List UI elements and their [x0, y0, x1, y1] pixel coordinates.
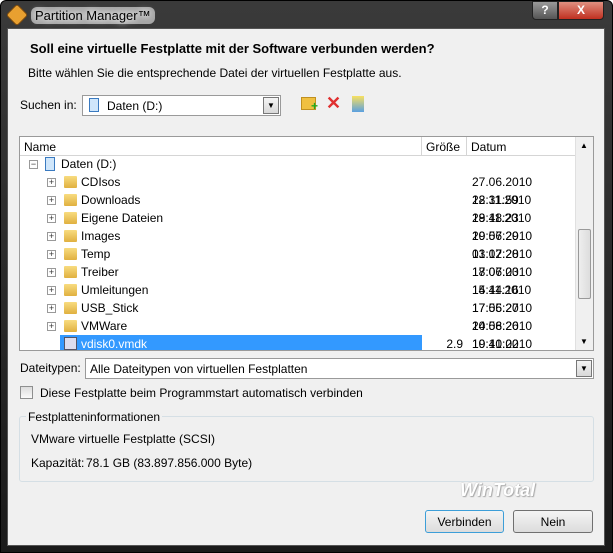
folder-icon	[64, 266, 77, 278]
window-title: Partition Manager™	[31, 7, 155, 24]
filetype-combo[interactable]: Alle Dateitypen von virtuellen Festplatt…	[85, 358, 594, 379]
expand-icon[interactable]: +	[47, 304, 56, 313]
autoconnect-checkbox[interactable]	[20, 386, 33, 399]
vmdk-file-icon	[64, 337, 77, 350]
filetype-value: Alle Dateitypen von virtuellen Festplatt…	[90, 362, 308, 376]
folder-name: Images	[81, 229, 121, 243]
expand-icon[interactable]: +	[47, 268, 56, 277]
scroll-up-icon[interactable]: ▲	[580, 141, 588, 150]
folder-name: VMWare	[81, 319, 128, 333]
folder-icon	[64, 212, 77, 224]
scroll-thumb[interactable]	[578, 229, 591, 299]
expand-icon[interactable]: +	[47, 214, 56, 223]
vertical-scrollbar[interactable]: ▲ ▼	[575, 137, 593, 350]
app-icon	[5, 3, 29, 27]
tree-root[interactable]: − Daten (D:)	[20, 155, 576, 173]
connect-button[interactable]: Verbinden	[425, 510, 504, 533]
disk-type: VMware virtuelle Festplatte (SCSI)	[31, 432, 216, 446]
folder-name: Eigene Dateien	[81, 211, 164, 225]
collapse-icon[interactable]: −	[29, 160, 38, 169]
file-size: 2.9 GB	[446, 337, 463, 351]
disk-info-group	[19, 416, 594, 482]
lookin-combo[interactable]: Daten (D:) ▼	[82, 95, 281, 116]
folder-row[interactable]: + Umleitungen 15.11.2010 17:55:27	[20, 281, 576, 315]
watermark: WinTotal	[460, 480, 536, 500]
file-name: vdisk0.vmdk	[81, 337, 148, 351]
folder-row[interactable]: + USB_Stick 17.06.2010 14:58:26	[20, 299, 576, 333]
column-header-date[interactable]: Datum	[467, 137, 576, 156]
folder-name: Downloads	[81, 193, 141, 207]
folder-row[interactable]: + Images 20.06.2010 13:07:28	[20, 227, 576, 261]
folder-row[interactable]: + Eigene Dateien 28.11.2010 19:57:29	[20, 209, 576, 243]
capacity-label: Kapazität:	[31, 456, 85, 470]
lookin-label: Suchen in:	[20, 98, 77, 112]
folder-icon	[64, 320, 77, 332]
column-header-name[interactable]: Name	[20, 137, 422, 156]
help-button[interactable]: ?	[532, 1, 558, 20]
lookin-value: Daten (D:)	[107, 99, 163, 113]
folder-icon	[64, 248, 77, 260]
folder-row[interactable]: + VMWare 20.06.2010 10:41:02	[20, 317, 576, 350]
network-icon[interactable]	[352, 96, 364, 112]
drive-icon	[89, 98, 99, 112]
expand-icon[interactable]: +	[47, 196, 56, 205]
folder-icon	[64, 302, 77, 314]
expand-icon[interactable]: +	[47, 232, 56, 241]
folder-icon	[64, 194, 77, 206]
folder-row[interactable]: + Treiber 17.06.2010 14:44:16	[20, 263, 576, 297]
column-header-size[interactable]: Größe	[422, 137, 467, 156]
drive-icon	[45, 157, 55, 171]
expand-icon[interactable]: +	[47, 178, 56, 187]
filetype-label: Dateitypen:	[20, 361, 81, 375]
folder-icon	[64, 284, 77, 296]
dialog-question: Soll eine virtuelle Festplatte mit der S…	[30, 41, 435, 56]
capacity-value: 78.1 GB (83.897.856.000 Byte)	[86, 456, 253, 470]
file-list[interactable]: Name Größe Datum − Daten (D:) + CDIsos 27.…	[19, 136, 594, 351]
folder-row[interactable]: + Downloads 28.11.2010 19:48:23	[20, 191, 576, 225]
no-button[interactable]: Nein	[513, 510, 593, 533]
folder-row[interactable]: + Temp 01.12.2010 18:07:03	[20, 245, 576, 279]
folder-row[interactable]: + CDIsos 27.06.2010 12:31:59	[20, 173, 576, 207]
expand-icon[interactable]: +	[47, 250, 56, 259]
chevron-down-icon[interactable]: ▼	[263, 97, 279, 114]
folder-name: Treiber	[81, 265, 119, 279]
file-row[interactable]: vdisk0.vmdk 2.9 GB 19.10.2010 02:39:19	[20, 335, 576, 351]
expand-icon[interactable]: +	[47, 322, 56, 331]
folder-name: Umleitungen	[81, 283, 149, 297]
new-folder-icon[interactable]: +	[301, 97, 318, 113]
autoconnect-label: Diese Festplatte beim Programmstart auto…	[40, 386, 363, 400]
folder-icon	[64, 230, 77, 242]
folder-name: CDIsos	[81, 175, 121, 189]
folder-name: Temp	[81, 247, 111, 261]
folder-name: USB_Stick	[81, 301, 139, 315]
scroll-down-icon[interactable]: ▼	[580, 337, 588, 346]
folder-icon	[64, 176, 77, 188]
close-button[interactable]: X	[558, 1, 604, 20]
root-name: Daten (D:)	[61, 157, 117, 171]
disk-info-title: Festplatteninformationen	[26, 410, 163, 424]
chevron-down-icon[interactable]: ▼	[576, 360, 592, 377]
delete-icon[interactable]: ✕	[326, 93, 341, 114]
dialog-instruction: Bitte wählen Sie die entsprechende Datei…	[28, 66, 402, 80]
file-date: 19.10.2010 02:39:19	[472, 337, 533, 351]
expand-icon[interactable]: +	[47, 286, 56, 295]
